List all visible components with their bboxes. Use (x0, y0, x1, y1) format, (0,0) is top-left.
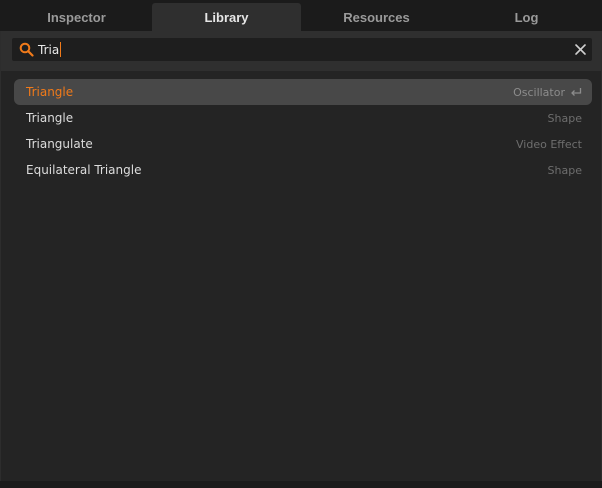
search-box[interactable]: Tria (12, 38, 592, 61)
result-name: Equilateral Triangle (26, 163, 142, 177)
result-name: Triangulate (26, 137, 93, 151)
result-type: Video Effect (516, 137, 582, 151)
list-item[interactable]: Triangle Oscillator (14, 79, 592, 105)
search-input-value: Tria (38, 42, 60, 57)
result-name: Triangle (26, 85, 74, 99)
text-caret (60, 42, 62, 57)
list-item[interactable]: Equilateral Triangle Shape (14, 157, 592, 183)
result-type: Shape (547, 111, 582, 125)
result-type: Oscillator (513, 86, 582, 99)
close-icon[interactable] (573, 42, 588, 57)
list-item[interactable]: Triangulate Video Effect (14, 131, 592, 157)
result-name: Triangle (26, 111, 74, 125)
tab-bar: Inspector Library Resources Log (0, 0, 602, 31)
list-item[interactable]: Triangle Shape (14, 105, 592, 131)
tab-inspector[interactable]: Inspector (2, 3, 151, 31)
search-icon (19, 42, 34, 57)
tab-library[interactable]: Library (152, 3, 301, 31)
bottom-edge (0, 481, 602, 488)
tab-log[interactable]: Log (452, 3, 601, 31)
results-list: Triangle Oscillator Triangle Shape Trian… (14, 79, 592, 183)
tab-resources[interactable]: Resources (302, 3, 451, 31)
library-panel: Tria Triangle Oscillator Triangle Shape (0, 31, 602, 481)
search-input[interactable]: Tria (38, 40, 558, 59)
result-type-label: Oscillator (513, 85, 565, 99)
search-bar: Tria (1, 31, 601, 71)
enter-icon (571, 88, 582, 96)
result-type: Shape (547, 163, 582, 177)
